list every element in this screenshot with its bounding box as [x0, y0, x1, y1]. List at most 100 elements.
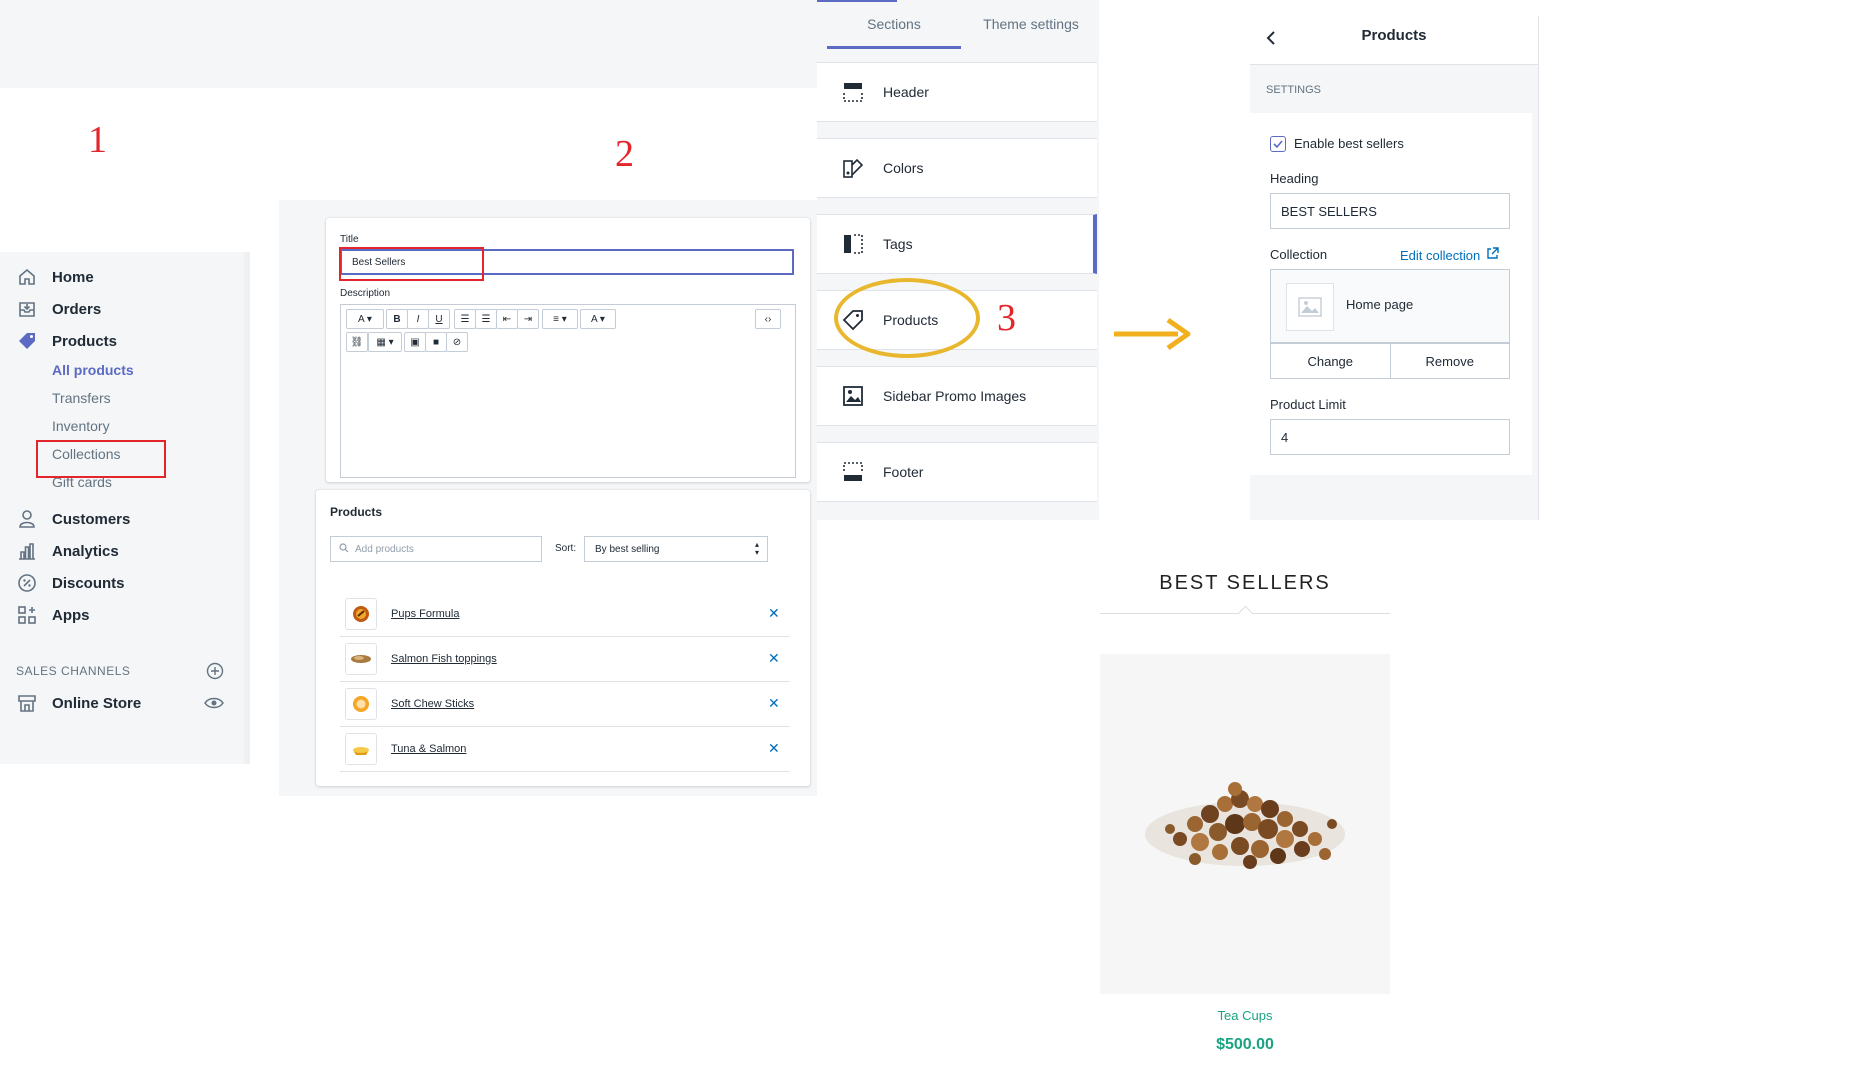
table-dropdown-button[interactable]: ▦ ▾ [368, 332, 402, 352]
sort-label: Sort: [555, 543, 577, 554]
sidebar-item-products[interactable]: Products [16, 328, 117, 354]
product-limit-value: 4 [1281, 429, 1289, 445]
font-dropdown-button[interactable]: A ▾ [346, 309, 384, 329]
sort-select[interactable]: By best selling ▴ ▾ [584, 536, 768, 562]
indent-button[interactable]: ⇥ [517, 309, 539, 329]
section-item-sidebar-promo-images[interactable]: Sidebar Promo Images [817, 366, 1097, 426]
step-number-2: 2 [615, 133, 634, 175]
tab-theme-settings[interactable]: Theme settings [963, 0, 1099, 48]
remove-product-icon[interactable]: ✕ [768, 605, 790, 622]
remove-product-icon[interactable]: ✕ [768, 650, 790, 667]
image-placeholder-icon [1298, 297, 1322, 317]
product-row[interactable]: Soft Chew Sticks ✕ [340, 681, 790, 727]
collection-actions: Change Remove [1270, 343, 1510, 379]
dog-food-image [1145, 782, 1345, 869]
numbered-list-button[interactable]: ☰ [475, 309, 497, 329]
section-item-header[interactable]: Header [817, 62, 1097, 122]
sidebar-item-analytics[interactable]: Analytics [16, 538, 119, 564]
step-number-1: 1 [88, 119, 107, 161]
section-item-colors[interactable]: Colors [817, 138, 1097, 198]
sidebar-item-discounts[interactable]: Discounts [16, 570, 125, 596]
product-row[interactable]: Pups Formula ✕ [340, 591, 790, 637]
chart-icon [16, 540, 38, 562]
product-link[interactable]: Pups Formula [391, 608, 768, 620]
product-thumbnail [345, 642, 377, 675]
edit-collection-link[interactable]: Edit collection [1400, 247, 1499, 263]
section-item-label: Tags [883, 236, 913, 252]
section-item-label: Sidebar Promo Images [883, 388, 1027, 404]
html-code-button[interactable]: ‹› [755, 309, 781, 329]
remove-product-icon[interactable]: ✕ [768, 695, 790, 712]
sidebar-item-label: Online Store [52, 694, 142, 712]
step-number-3: 3 [997, 297, 1016, 339]
sidebar-item-orders[interactable]: Orders [16, 296, 101, 322]
apps-icon [16, 604, 38, 626]
insert-video-button[interactable]: ■ [425, 332, 447, 352]
remove-product-icon[interactable]: ✕ [768, 740, 790, 757]
footer-layout-icon [841, 460, 865, 484]
search-placeholder: Add products [355, 543, 414, 555]
bold-button[interactable]: B [386, 309, 408, 329]
product-thumbnail [345, 597, 377, 630]
view-store-eye-icon[interactable] [204, 695, 224, 711]
link-button[interactable]: ⛓ [346, 332, 368, 352]
align-dropdown-button[interactable]: ≡ ▾ [542, 309, 578, 329]
product-link[interactable]: Tuna & Salmon [391, 743, 768, 755]
section-item-tags[interactable]: Tags [817, 214, 1097, 274]
change-collection-button[interactable]: Change [1271, 344, 1391, 378]
sidebar-item-label: Analytics [52, 542, 119, 560]
external-link-icon [1486, 247, 1499, 263]
collection-label: Collection [1270, 247, 1328, 262]
sidebar-item-label: Orders [52, 300, 102, 318]
tab-active-indicator [827, 46, 961, 49]
heading-input[interactable]: BEST SELLERS [1270, 193, 1510, 229]
add-products-search-input[interactable]: Add products [330, 536, 542, 562]
product-name-link[interactable]: Tea Cups [1100, 1008, 1390, 1023]
product-image[interactable] [1100, 654, 1390, 994]
description-editor[interactable] [340, 304, 796, 478]
store-icon [16, 692, 38, 714]
bullet-list-button[interactable]: ☰ [454, 309, 476, 329]
enable-best-sellers-checkbox[interactable] [1270, 136, 1286, 152]
clear-formatting-button[interactable]: ⊘ [446, 332, 468, 352]
product-row[interactable]: Tuna & Salmon ✕ [340, 726, 790, 772]
italic-button[interactable]: I [407, 309, 429, 329]
product-thumbnail [345, 687, 377, 720]
section-item-label: Footer [883, 464, 924, 480]
color-dropdown-button[interactable]: A ▾ [580, 309, 616, 329]
sidebar-subitem-transfers[interactable]: Transfers [52, 390, 111, 406]
sidebar-item-label: Discounts [52, 574, 125, 592]
outdent-button[interactable]: ⇤ [496, 309, 518, 329]
remove-collection-button[interactable]: Remove [1391, 344, 1510, 378]
tag-icon [16, 330, 38, 352]
sidebar-subitem-all-products[interactable]: All products [52, 362, 134, 378]
products-card-heading: Products [330, 505, 383, 519]
sales-channels-label: SALES CHANNELS [16, 664, 131, 678]
sidebar-item-customers[interactable]: Customers [16, 506, 130, 532]
checkmark-icon [1273, 140, 1283, 149]
sidebar-item-apps[interactable]: Apps [16, 602, 90, 628]
underline-button[interactable]: U [428, 309, 450, 329]
heading-input-value: BEST SELLERS [1281, 203, 1377, 219]
enable-best-sellers-label: Enable best sellers [1294, 136, 1404, 151]
product-link[interactable]: Salmon Fish toppings [391, 653, 768, 665]
settings-section-label: SETTINGS [1266, 84, 1322, 96]
insert-image-button[interactable]: ▣ [404, 332, 426, 352]
product-row[interactable]: Salmon Fish toppings ✕ [340, 636, 790, 682]
sidebar-subitem-inventory[interactable]: Inventory [52, 418, 110, 434]
sort-select-value: By best selling [595, 543, 660, 555]
sidebar-item-online-store[interactable]: Online Store [16, 690, 141, 716]
tags-layout-icon [841, 232, 865, 256]
orders-icon [16, 298, 38, 320]
search-icon [339, 542, 349, 556]
product-link[interactable]: Soft Chew Sticks [391, 698, 768, 710]
sidebar-item-home[interactable]: Home [16, 264, 94, 290]
add-channel-icon[interactable] [206, 662, 224, 680]
product-price: $500.00 [1216, 1036, 1274, 1053]
tab-sections[interactable]: Sections [827, 0, 961, 48]
home-icon [16, 266, 38, 288]
section-item-footer[interactable]: Footer [817, 442, 1097, 502]
product-limit-input[interactable]: 4 [1270, 419, 1510, 455]
collections-highlight-box [36, 440, 166, 478]
products-highlight-circle [834, 278, 980, 358]
